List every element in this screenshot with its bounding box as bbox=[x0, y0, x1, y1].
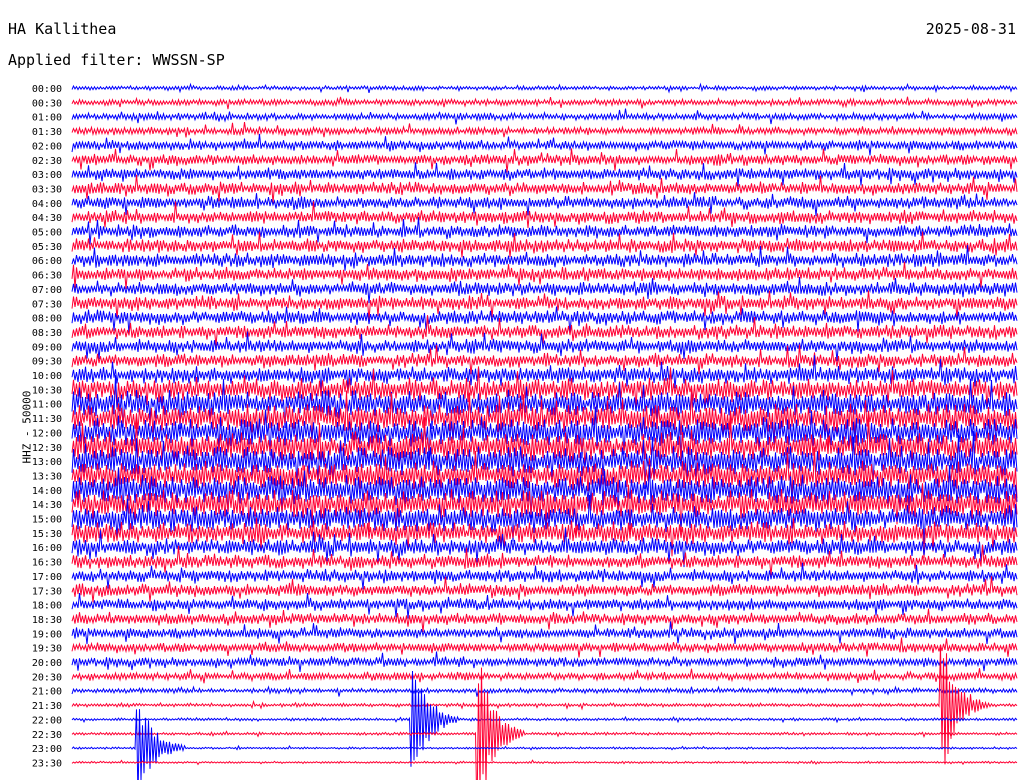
trace-row-2000 bbox=[71, 651, 1018, 672]
row-time-label: 19:00 bbox=[32, 629, 62, 640]
trace-row-0100 bbox=[71, 108, 1018, 125]
row-time-label: 12:30 bbox=[32, 443, 62, 454]
trace-row-0630 bbox=[71, 261, 1018, 289]
row-time-label: 03:00 bbox=[32, 170, 62, 181]
row-time-label: 05:30 bbox=[32, 242, 62, 253]
trace-row-2230 bbox=[71, 667, 1018, 780]
row-time-label: 08:00 bbox=[32, 314, 62, 325]
row-time-label: 20:00 bbox=[32, 658, 62, 669]
row-time-label: 00:00 bbox=[32, 84, 62, 95]
row-time-label: 11:30 bbox=[32, 414, 62, 425]
row-time-label: 20:30 bbox=[32, 672, 62, 683]
tick-label-group: 00:00 00:30 01:00 01:30 02:00 02:30 03:00 03:30… bbox=[32, 84, 62, 769]
row-time-label: 05:00 bbox=[32, 228, 62, 239]
row-time-label: 17:30 bbox=[32, 586, 62, 597]
row-time-label: 17:00 bbox=[32, 572, 62, 583]
trace-row-0700 bbox=[71, 276, 1018, 304]
trace-row-2100 bbox=[71, 685, 1018, 697]
trace-row-2030 bbox=[71, 668, 1018, 684]
trace-row-1900 bbox=[71, 621, 1018, 645]
row-time-label: 23:30 bbox=[32, 758, 62, 769]
row-time-label: 10:00 bbox=[32, 371, 62, 382]
row-time-label: 14:00 bbox=[32, 486, 62, 497]
row-time-label: 06:30 bbox=[32, 271, 62, 282]
row-time-label: 22:00 bbox=[32, 715, 62, 726]
row-time-label: 18:00 bbox=[32, 601, 62, 612]
row-time-label: 15:00 bbox=[32, 515, 62, 526]
trace-row-1700 bbox=[71, 562, 1018, 590]
row-time-label: 06:00 bbox=[32, 256, 62, 267]
trace-row-2200 bbox=[71, 670, 1018, 767]
row-time-label: 19:30 bbox=[32, 644, 62, 655]
row-time-label: 08:30 bbox=[32, 328, 62, 339]
row-time-label: 13:00 bbox=[32, 457, 62, 468]
trace-row-0030 bbox=[71, 96, 1018, 110]
row-time-label: 12:00 bbox=[32, 428, 62, 439]
row-time-label: 22:30 bbox=[32, 730, 62, 741]
trace-row-0400 bbox=[71, 192, 1018, 217]
row-time-label: 00:30 bbox=[32, 98, 62, 109]
row-time-label: 11:00 bbox=[32, 400, 62, 411]
row-time-label: 21:30 bbox=[32, 701, 62, 712]
trace-row-0000 bbox=[71, 82, 1018, 94]
row-time-label: 10:30 bbox=[32, 385, 62, 396]
row-time-label: 07:30 bbox=[32, 299, 62, 310]
trace-row-0500 bbox=[71, 217, 1018, 245]
trace-row-0300 bbox=[71, 162, 1018, 187]
row-time-label: 16:30 bbox=[32, 558, 62, 569]
trace-row-1730 bbox=[71, 576, 1018, 603]
row-time-label: 16:00 bbox=[32, 543, 62, 554]
trace-row-2330 bbox=[71, 759, 1018, 766]
row-time-label: 03:30 bbox=[32, 184, 62, 195]
row-time-label: 02:30 bbox=[32, 156, 62, 167]
row-time-label: 15:30 bbox=[32, 529, 62, 540]
row-time-label: 07:00 bbox=[32, 285, 62, 296]
row-time-label: 09:00 bbox=[32, 342, 62, 353]
helicorder-plot: 00:00 00:30 01:00 01:30 02:00 02:30 03:00 03:30… bbox=[32, 82, 1018, 780]
trace-row-1930 bbox=[71, 637, 1018, 658]
row-time-label: 18:30 bbox=[32, 615, 62, 626]
row-time-label: 02:00 bbox=[32, 141, 62, 152]
row-time-label: 14:30 bbox=[32, 500, 62, 511]
row-time-label: 21:00 bbox=[32, 687, 62, 698]
trace-group bbox=[71, 82, 1018, 780]
row-time-label: 01:30 bbox=[32, 127, 62, 138]
trace-row-0200 bbox=[71, 133, 1018, 156]
trace-row-0330 bbox=[71, 174, 1018, 203]
row-time-label: 01:00 bbox=[32, 113, 62, 124]
row-time-label: 23:00 bbox=[32, 744, 62, 755]
trace-row-0130 bbox=[71, 122, 1018, 138]
row-time-label: 04:00 bbox=[32, 199, 62, 210]
row-time-label: 04:30 bbox=[32, 213, 62, 224]
row-time-label: 13:30 bbox=[32, 471, 62, 482]
row-time-label: 09:30 bbox=[32, 357, 62, 368]
